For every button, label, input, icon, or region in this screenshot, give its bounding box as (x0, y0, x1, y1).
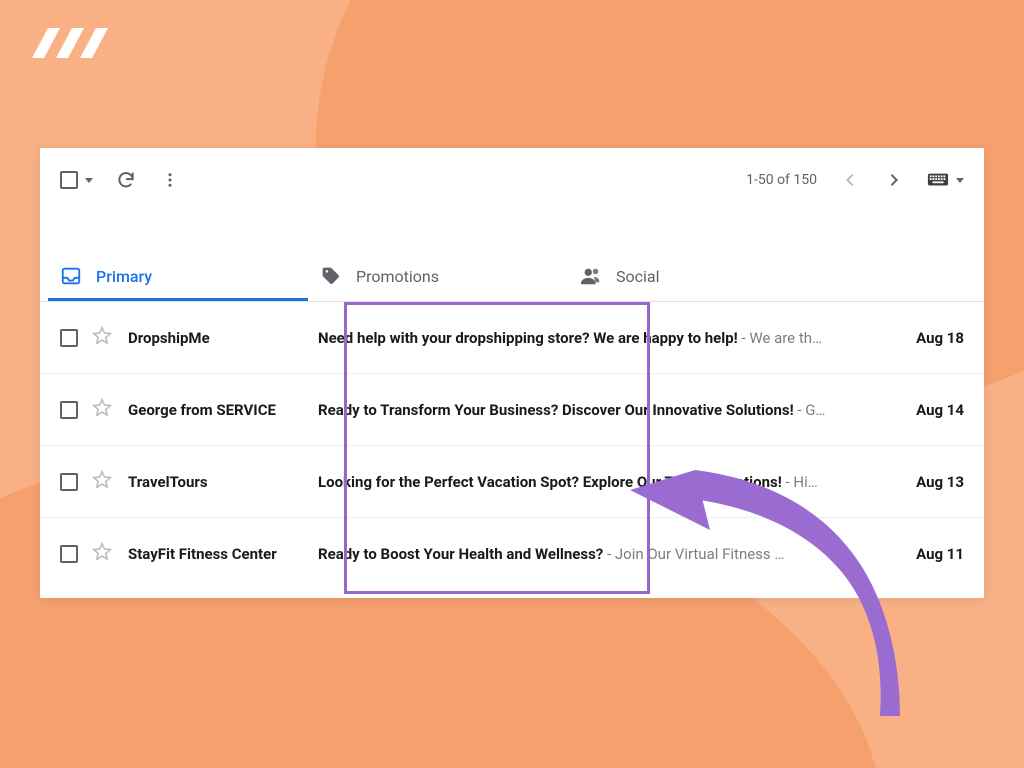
star-icon[interactable] (92, 542, 112, 566)
email-subject-line: Looking for the Perfect Vacation Spot? E… (318, 473, 900, 491)
email-row[interactable]: George from SERVICE Ready to Transform Y… (40, 374, 984, 446)
tab-label: Promotions (356, 267, 439, 286)
email-date: Aug 13 (916, 473, 964, 491)
chevron-down-icon (956, 178, 964, 183)
email-subject-line: Need help with your dropshipping store? … (318, 329, 900, 347)
star-icon[interactable] (92, 470, 112, 494)
email-list: DropshipMe Need help with your dropshipp… (40, 302, 984, 590)
inbox-toolbar: 1-50 of 150 (40, 148, 984, 206)
tab-primary[interactable]: Primary (48, 265, 308, 301)
email-subject-line: Ready to Boost Your Health and Wellness?… (318, 545, 900, 563)
row-checkbox[interactable] (60, 473, 78, 491)
inbox-panel: 1-50 of 150 (40, 148, 984, 598)
email-row[interactable]: StayFit Fitness Center Ready to Boost Yo… (40, 518, 984, 590)
inbox-icon (60, 265, 82, 287)
email-date: Aug 18 (916, 329, 964, 347)
email-sender: DropshipMe (128, 329, 318, 347)
people-icon (580, 265, 602, 287)
star-icon[interactable] (92, 326, 112, 350)
tag-icon (320, 265, 342, 287)
email-row[interactable]: DropshipMe Need help with your dropshipp… (40, 302, 984, 374)
tab-label: Social (616, 267, 659, 286)
input-tools-button[interactable] (927, 169, 964, 191)
tab-label: Primary (96, 267, 152, 286)
more-options-button[interactable] (159, 169, 181, 191)
email-date: Aug 11 (916, 545, 964, 563)
tab-promotions[interactable]: Promotions (308, 265, 568, 301)
email-subject-line: Ready to Transform Your Business? Discov… (318, 401, 900, 419)
chevron-down-icon (85, 178, 93, 183)
prev-page-button[interactable] (839, 169, 861, 191)
tab-social[interactable]: Social (568, 265, 828, 301)
row-checkbox[interactable] (60, 545, 78, 563)
refresh-button[interactable] (115, 169, 137, 191)
email-sender: George from SERVICE (128, 401, 318, 419)
select-all-checkbox[interactable] (60, 171, 93, 189)
category-tabs: Primary Promotions Social (40, 250, 984, 302)
email-sender: StayFit Fitness Center (128, 545, 318, 563)
email-row[interactable]: TravelTours Looking for the Perfect Vaca… (40, 446, 984, 518)
email-date: Aug 14 (916, 401, 964, 419)
row-checkbox[interactable] (60, 401, 78, 419)
email-sender: TravelTours (128, 473, 318, 491)
pagination-label: 1-50 of 150 (746, 172, 817, 188)
brand-logo (26, 22, 118, 68)
star-icon[interactable] (92, 398, 112, 422)
next-page-button[interactable] (883, 169, 905, 191)
row-checkbox[interactable] (60, 329, 78, 347)
